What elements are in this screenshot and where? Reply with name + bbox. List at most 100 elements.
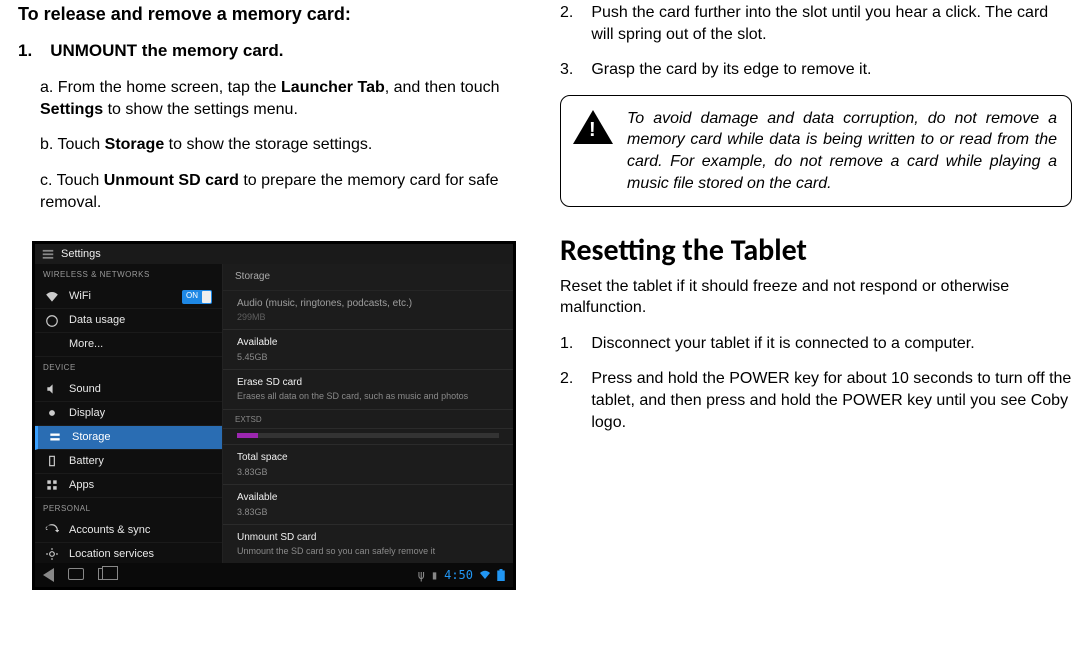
sidebar-item-display[interactable]: Display bbox=[35, 402, 222, 426]
data-usage-icon bbox=[45, 314, 59, 328]
cat-extsd: EXTSD bbox=[223, 409, 513, 429]
row-audio-size: 299MB bbox=[237, 311, 499, 323]
row-available-1-label: Available bbox=[237, 336, 499, 350]
step-3-text: Grasp the card by its edge to remove it. bbox=[591, 59, 1072, 81]
row-total-label: Total space bbox=[237, 451, 499, 465]
sidebar-item-wifi[interactable]: WiFi ON bbox=[35, 285, 222, 309]
step-1-text: UNMOUNT the memory card. bbox=[50, 41, 283, 60]
sidebar-item-storage[interactable]: Storage bbox=[35, 426, 222, 450]
nav-home-icon[interactable] bbox=[68, 568, 84, 580]
substep-b-prefix: b. Touch bbox=[40, 136, 105, 153]
sidebar-item-sound[interactable]: Sound bbox=[35, 378, 222, 402]
settings-icon bbox=[41, 247, 55, 261]
sidebar-item-data-usage[interactable]: Data usage bbox=[35, 309, 222, 333]
sidebar-display-label: Display bbox=[69, 406, 105, 421]
reset-step-2-num: 2. bbox=[560, 368, 573, 433]
warning-icon bbox=[573, 110, 613, 144]
wifi-toggle[interactable]: ON bbox=[182, 290, 212, 304]
step-2: 2. Push the card further into the slot u… bbox=[560, 2, 1072, 45]
step-1-num: 1. bbox=[18, 41, 32, 60]
resetting-heading: Resetting the Tablet bbox=[560, 231, 1072, 272]
location-icon bbox=[45, 547, 59, 561]
settings-sidebar: WIRELESS & NETWORKS WiFi ON Data u bbox=[35, 264, 223, 563]
sidebar-cat-wireless: WIRELESS & NETWORKS bbox=[35, 264, 222, 285]
substep-b: b. Touch Storage to show the storage set… bbox=[40, 134, 530, 156]
row-audio-label: Audio (music, ringtones, podcasts, etc.) bbox=[237, 297, 499, 311]
row-unmount-sd[interactable]: Unmount SD card Unmount the SD card so y… bbox=[223, 524, 513, 564]
row-available-2-label: Available bbox=[237, 491, 499, 505]
row-unmount-label: Unmount SD card bbox=[237, 531, 499, 545]
row-erase-label: Erase SD card bbox=[237, 376, 499, 390]
unmount-label: Unmount SD card bbox=[104, 172, 239, 189]
sidebar-item-more[interactable]: More... bbox=[35, 333, 222, 357]
apps-icon bbox=[45, 478, 59, 492]
sound-icon bbox=[45, 382, 59, 396]
sidebar-location-label: Location services bbox=[69, 547, 154, 562]
sidebar-wifi-label: WiFi bbox=[69, 289, 91, 304]
sidebar-item-battery[interactable]: Battery bbox=[35, 450, 222, 474]
row-audio[interactable]: Audio (music, ringtones, podcasts, etc.)… bbox=[223, 290, 513, 330]
sidebar-battery-label: Battery bbox=[69, 454, 104, 469]
step-3-num: 3. bbox=[560, 59, 573, 81]
substep-c-prefix: c. Touch bbox=[40, 172, 104, 189]
launcher-tab-label: Launcher Tab bbox=[281, 79, 385, 96]
wifi-toggle-label: ON bbox=[186, 291, 198, 302]
warning-callout: To avoid damage and data corruption, do … bbox=[560, 95, 1072, 207]
battery-icon bbox=[45, 454, 59, 468]
toggle-knob bbox=[202, 291, 211, 303]
settings-label: Settings bbox=[40, 101, 103, 118]
sidebar-accounts-label: Accounts & sync bbox=[69, 523, 150, 538]
row-available-2[interactable]: Available 3.83GB bbox=[223, 484, 513, 524]
usb-icon: ψ bbox=[418, 567, 425, 583]
storage-icon bbox=[48, 430, 62, 444]
row-available-1[interactable]: Available 5.45GB bbox=[223, 329, 513, 369]
reset-step-1-num: 1. bbox=[560, 333, 573, 355]
step-3: 3. Grasp the card by its edge to remove … bbox=[560, 59, 1072, 81]
reset-step-1-text: Disconnect your tablet if it is connecte… bbox=[591, 333, 1072, 355]
resetting-lead: Reset the tablet if it should freeze and… bbox=[560, 276, 1072, 319]
system-navbar: ψ ▮ 4:50 bbox=[35, 563, 513, 587]
row-available-2-size: 3.83GB bbox=[237, 506, 499, 518]
storage-label: Storage bbox=[105, 136, 165, 153]
storage-panel: Storage Audio (music, ringtones, podcast… bbox=[223, 264, 513, 563]
substep-a: a. From the home screen, tap the Launche… bbox=[40, 77, 530, 120]
step-1: 1. UNMOUNT the memory card. bbox=[18, 40, 530, 63]
reset-step-1: 1. Disconnect your tablet if it is conne… bbox=[560, 333, 1072, 355]
display-icon bbox=[45, 406, 59, 420]
sidebar-sound-label: Sound bbox=[69, 382, 101, 397]
row-total-size: 3.83GB bbox=[237, 466, 499, 478]
window-titlebar: Settings bbox=[35, 244, 513, 264]
sidebar-cat-personal: PERSONAL bbox=[35, 498, 222, 519]
substep-a-mid: , and then touch bbox=[385, 79, 500, 96]
sidebar-data-usage-label: Data usage bbox=[69, 313, 125, 328]
status-wifi-icon bbox=[479, 569, 491, 581]
sidebar-item-location[interactable]: Location services bbox=[35, 543, 222, 564]
step-2-text: Push the card further into the slot unti… bbox=[591, 2, 1072, 45]
reset-step-2-text: Press and hold the POWER key for about 1… bbox=[591, 368, 1072, 433]
substep-a-suffix: to show the settings menu. bbox=[103, 101, 298, 118]
settings-screenshot: Settings WIRELESS & NETWORKS WiFi ON bbox=[32, 241, 516, 590]
sidebar-item-apps[interactable]: Apps bbox=[35, 474, 222, 498]
step-2-num: 2. bbox=[560, 2, 573, 45]
sidebar-more-label: More... bbox=[69, 337, 103, 352]
window-title: Settings bbox=[61, 247, 101, 262]
row-total-space[interactable]: Total space 3.83GB bbox=[223, 444, 513, 484]
row-erase-sub: Erases all data on the SD card, such as … bbox=[237, 390, 499, 402]
sd-icon: ▮ bbox=[431, 567, 438, 583]
nav-back-icon[interactable] bbox=[43, 568, 54, 582]
row-erase-sd[interactable]: Erase SD card Erases all data on the SD … bbox=[223, 369, 513, 409]
substep-b-suffix: to show the storage settings. bbox=[164, 136, 372, 153]
usage-bar bbox=[237, 433, 499, 438]
row-available-1-size: 5.45GB bbox=[237, 351, 499, 363]
nav-recents-icon[interactable] bbox=[98, 568, 112, 580]
sync-icon bbox=[45, 523, 59, 537]
substep-c: c. Touch Unmount SD card to prepare the … bbox=[40, 170, 530, 213]
sidebar-storage-label: Storage bbox=[72, 430, 111, 445]
wifi-icon bbox=[45, 290, 59, 304]
section-title: To release and remove a memory card: bbox=[18, 2, 530, 26]
status-battery-icon bbox=[497, 569, 505, 581]
sidebar-cat-device: DEVICE bbox=[35, 357, 222, 378]
sidebar-item-accounts[interactable]: Accounts & sync bbox=[35, 519, 222, 543]
substep-a-prefix: a. From the home screen, tap the bbox=[40, 79, 281, 96]
reset-step-2: 2. Press and hold the POWER key for abou… bbox=[560, 368, 1072, 433]
